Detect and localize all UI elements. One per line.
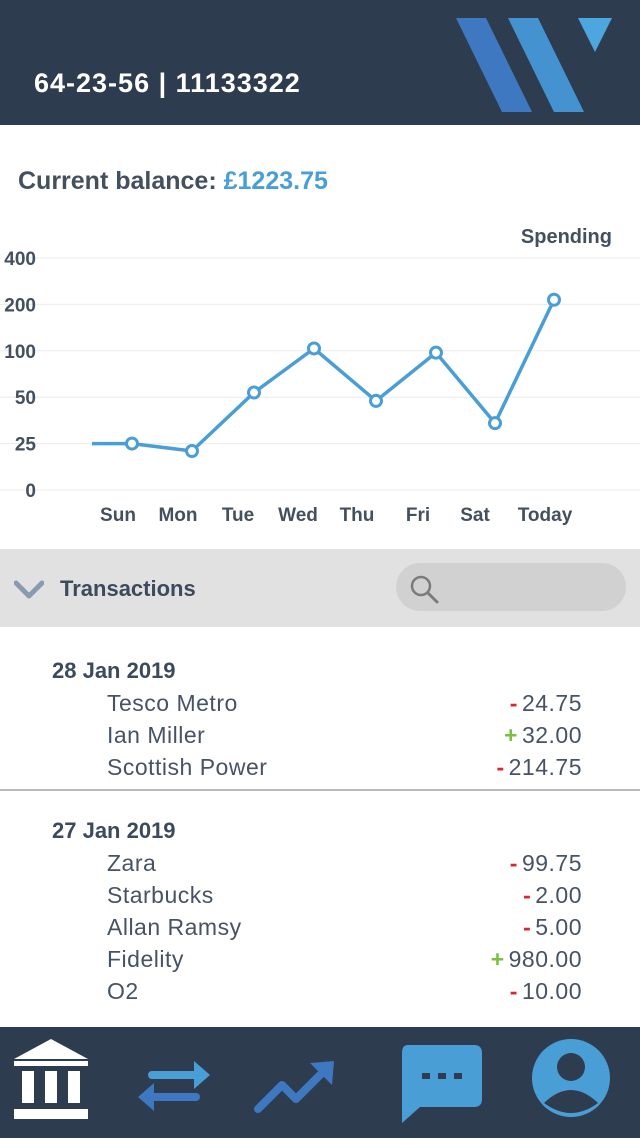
transaction-name: O2 (107, 978, 139, 1004)
transaction-amount: -5.00 (523, 914, 582, 941)
x-tick-label: Wed (278, 505, 318, 526)
x-tick-label: Today (518, 505, 573, 526)
transaction-amount: -24.75 (510, 690, 582, 717)
chart-title: Spending (521, 226, 612, 248)
group-date: 28 Jan 2019 (52, 658, 176, 683)
data-point (185, 444, 199, 459)
minus-sign: - (523, 882, 532, 908)
group-date: 27 Jan 2019 (52, 818, 176, 843)
x-tick-label: Fri (406, 505, 430, 526)
amount-value: 32.00 (521, 722, 582, 748)
minus-sign: - (509, 850, 518, 876)
search-input[interactable] (396, 563, 626, 611)
amount-value: 2.00 (535, 882, 582, 908)
y-tick-label: 100 (4, 342, 36, 363)
spending-chart: 0 25 50 100 200 400 Spending Sun Mon Tue Wed Thu Fri… (0, 226, 640, 526)
y-tick-label: 25 (15, 435, 37, 456)
transaction-amount: -2.00 (523, 882, 582, 909)
x-tick-label: Tue (222, 505, 254, 526)
minus-sign: - (509, 690, 518, 716)
amount-value: 214.75 (508, 754, 582, 780)
transaction-row[interactable]: Ian Miller +32.00 (0, 722, 640, 754)
transaction-row[interactable]: Fidelity +980.00 (0, 946, 640, 978)
amount-value: 10.00 (521, 978, 582, 1004)
spending-line (92, 299, 556, 453)
amount-value: 99.75 (521, 850, 582, 876)
account-number: 64-23-56 | 11133322 (34, 68, 301, 98)
x-tick-label: Thu (340, 505, 375, 526)
amount-value: 5.00 (535, 914, 582, 940)
transaction-amount: -10.00 (510, 978, 582, 1005)
transaction-amount: +32.00 (504, 722, 582, 749)
transaction-name: Starbucks (107, 882, 214, 908)
app-header: 64-23-56 | 11133322 (0, 0, 640, 125)
transaction-name: Zara (107, 850, 157, 876)
y-tick-label: 50 (15, 388, 36, 409)
chat-icon[interactable] (398, 1043, 484, 1125)
profile-icon[interactable] (530, 1037, 612, 1119)
transaction-row[interactable]: Zara -99.75 (0, 850, 640, 882)
current-balance: Current balance: £1223.75 (18, 167, 328, 196)
y-tick-label: 0 (25, 481, 36, 502)
transaction-amount: +980.00 (491, 946, 582, 973)
search-icon (410, 575, 439, 604)
y-tick-label: 200 (4, 295, 36, 316)
transaction-row[interactable]: Allan Ramsy -5.00 (0, 914, 640, 946)
minus-sign: - (523, 914, 532, 940)
data-point (125, 436, 139, 451)
data-point (247, 385, 261, 400)
trend-icon[interactable] (252, 1057, 336, 1117)
transaction-name: Allan Ramsy (107, 914, 242, 940)
bottom-nav (0, 1027, 640, 1138)
transaction-row[interactable]: Starbucks -2.00 (0, 882, 640, 914)
transaction-name: Ian Miller (107, 722, 206, 748)
balance-amount: £1223.75 (223, 167, 328, 195)
minus-sign: - (496, 754, 505, 780)
data-point (488, 416, 502, 431)
transaction-row[interactable]: O2 -10.00 (0, 978, 640, 1010)
amount-value: 24.75 (521, 690, 582, 716)
transaction-name: Tesco Metro (107, 690, 238, 716)
data-point (307, 341, 321, 356)
transaction-row[interactable]: Scottish Power -214.75 (0, 754, 640, 786)
y-tick-label: 400 (4, 249, 36, 270)
data-point (429, 345, 443, 360)
x-tick-label: Sun (100, 505, 136, 526)
bank-icon[interactable] (10, 1037, 92, 1125)
data-point (547, 292, 561, 307)
transaction-name: Scottish Power (107, 754, 268, 780)
data-point (369, 393, 383, 408)
plus-sign: + (490, 946, 505, 972)
x-tick-label: Sat (460, 505, 490, 526)
transactions-title[interactable]: Transactions (60, 576, 196, 602)
transaction-name: Fidelity (107, 946, 184, 972)
plus-sign: + (504, 722, 518, 748)
balance-label: Current balance: (18, 167, 217, 195)
transaction-row[interactable]: Tesco Metro -24.75 (0, 690, 640, 722)
transaction-amount: -214.75 (496, 754, 582, 781)
transfer-icon[interactable] (134, 1055, 214, 1115)
minus-sign: - (509, 978, 518, 1004)
group-divider (0, 789, 640, 791)
transaction-amount: -99.75 (510, 850, 582, 877)
x-tick-label: Mon (158, 505, 197, 526)
brand-logo (456, 18, 612, 112)
amount-value: 980.00 (508, 946, 582, 972)
chevron-down-icon[interactable] (14, 580, 44, 600)
